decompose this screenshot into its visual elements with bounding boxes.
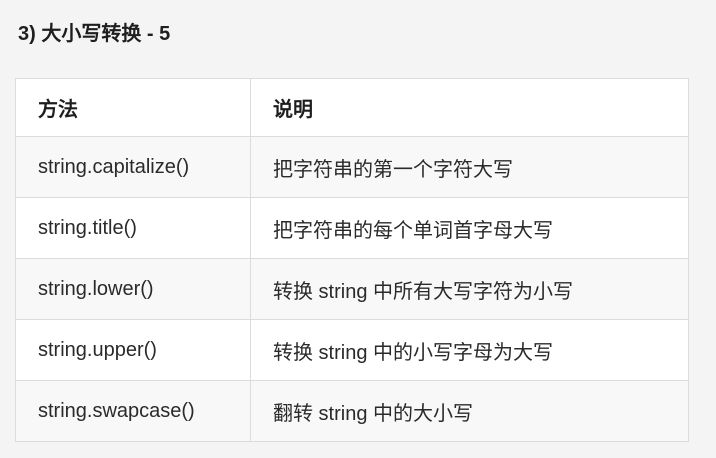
description-cell: 转换 string 中的小写字母为大写 bbox=[250, 319, 689, 381]
table-header: 方法 说明 bbox=[15, 78, 689, 137]
method-cell: string.lower() bbox=[15, 258, 251, 320]
table-row: string.lower() 转换 string 中所有大写字符为小写 bbox=[15, 258, 689, 320]
method-cell: string.swapcase() bbox=[15, 380, 251, 442]
description-cell: 把字符串的每个单词首字母大写 bbox=[250, 197, 689, 259]
method-cell: string.capitalize() bbox=[15, 136, 251, 198]
methods-table: 方法 说明 string.capitalize() 把字符串的第一个字符大写 s… bbox=[15, 78, 689, 442]
description-cell: 翻转 string 中的大小写 bbox=[250, 380, 689, 442]
method-cell: string.title() bbox=[15, 197, 251, 259]
section-heading: 3) 大小写转换 - 5 bbox=[18, 23, 171, 45]
header-row: 方法 说明 bbox=[15, 78, 689, 137]
table-row: string.swapcase() 翻转 string 中的大小写 bbox=[15, 380, 689, 442]
table-row: string.capitalize() 把字符串的第一个字符大写 bbox=[15, 136, 689, 198]
description-cell: 转换 string 中所有大写字符为小写 bbox=[250, 258, 689, 320]
method-cell: string.upper() bbox=[15, 319, 251, 381]
table-row: string.upper() 转换 string 中的小写字母为大写 bbox=[15, 319, 689, 381]
table-row: string.title() 把字符串的每个单词首字母大写 bbox=[15, 197, 689, 259]
table-body: string.capitalize() 把字符串的第一个字符大写 string.… bbox=[15, 136, 689, 442]
header-method: 方法 bbox=[15, 78, 251, 137]
description-cell: 把字符串的第一个字符大写 bbox=[250, 136, 689, 198]
header-description: 说明 bbox=[250, 78, 689, 137]
